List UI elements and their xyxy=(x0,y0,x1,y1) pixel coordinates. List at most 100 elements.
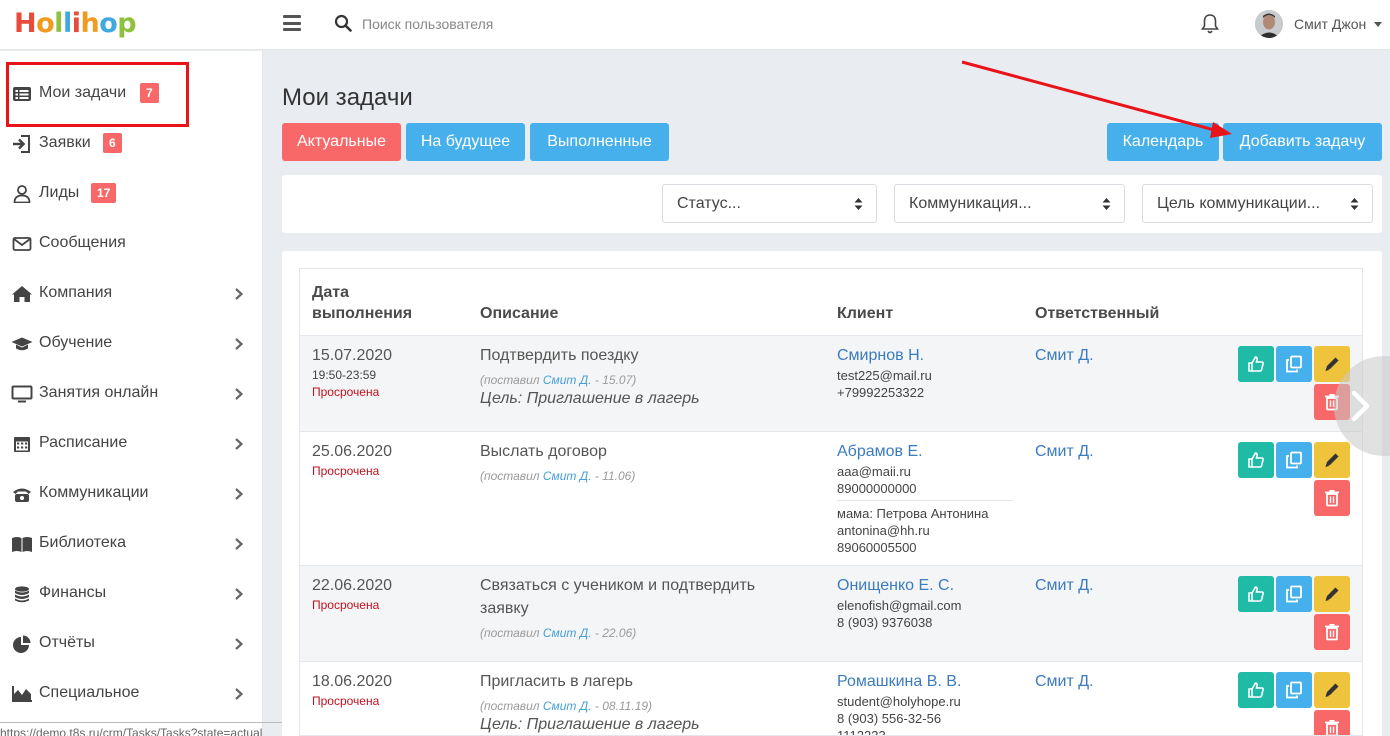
task-meta-prefix: (поставил xyxy=(480,626,540,640)
top-header: Hollihop Смит Джон xyxy=(0,0,1390,50)
overdue-status: Просрочена xyxy=(312,694,380,708)
sidebar-item-3[interactable]: Лиды 17 xyxy=(0,169,263,219)
status-select[interactable]: Статус... xyxy=(662,184,877,223)
sidebar-item-9[interactable]: Коммуникации xyxy=(0,469,263,519)
client-email: test225@mail.ru xyxy=(837,368,932,383)
responsible-link[interactable]: Смит Д. xyxy=(1035,443,1094,461)
edit-task-button[interactable] xyxy=(1314,576,1350,612)
pencil-icon xyxy=(1325,357,1339,371)
responsible-link[interactable]: Смит Д. xyxy=(1035,577,1094,595)
sidebar-item-5[interactable]: Компания xyxy=(0,269,263,319)
bell-icon[interactable] xyxy=(1200,13,1220,35)
sidebar-item-2[interactable]: Заявки 6 xyxy=(0,119,263,169)
column-header-date: Дата выполнения xyxy=(312,282,412,324)
sidebar-item-13[interactable]: Специальное xyxy=(0,669,263,719)
communication-goal-select[interactable]: Цель коммуникации... xyxy=(1142,184,1373,223)
task-author-link[interactable]: Смит Д. xyxy=(543,626,592,640)
add-task-button[interactable]: Добавить задачу xyxy=(1223,123,1382,161)
sidebar-item-7[interactable]: Занятия онлайн xyxy=(0,369,263,419)
client-phone: 89000000000 xyxy=(837,481,917,496)
chevron-right-icon xyxy=(235,488,244,500)
copy-task-button[interactable] xyxy=(1276,672,1312,708)
contact-relation: мама: Петрова Антонина xyxy=(837,506,989,521)
client-name-link[interactable]: Ромашкина В. В. xyxy=(837,673,961,691)
copy-task-button[interactable] xyxy=(1276,346,1312,382)
user-name[interactable]: Смит Джон xyxy=(1294,16,1366,32)
client-name-link[interactable]: Смирнов Н. xyxy=(837,347,924,365)
sidebar-item-10[interactable]: Библиотека xyxy=(0,519,263,569)
sidebar-item-12[interactable]: Отчёты xyxy=(0,619,263,669)
area-chart-icon xyxy=(12,686,32,702)
client-phone: 8 (903) 9376038 xyxy=(837,615,933,630)
chevron-right-icon xyxy=(235,338,244,350)
due-date: 15.07.2020 xyxy=(312,347,393,364)
sidebar-item-1[interactable]: Мои задачи 7 xyxy=(0,69,263,119)
client-email: elenofish@gmail.com xyxy=(837,598,962,613)
avatar[interactable] xyxy=(1255,10,1283,38)
task-meta-date: - 08.11.19) xyxy=(594,699,653,713)
count-badge: 6 xyxy=(103,133,122,153)
delete-task-button[interactable] xyxy=(1314,480,1350,516)
client-name-link[interactable]: Абрамов Е. xyxy=(837,443,923,461)
chevron-right-icon xyxy=(235,588,244,600)
copy-task-button[interactable] xyxy=(1276,442,1312,478)
tab-current[interactable]: Актуальные xyxy=(282,123,401,161)
sidebar-item-label: Занятия онлайн xyxy=(39,384,159,401)
task-description: Пригласить в лагерь xyxy=(480,673,633,690)
sidebar-item-6[interactable]: Обучение xyxy=(0,319,263,369)
menu-toggle-icon[interactable] xyxy=(283,15,301,31)
responsible-link[interactable]: Смит Д. xyxy=(1035,347,1094,365)
task-author-link[interactable]: Смит Д. xyxy=(543,469,592,483)
logo-letter: l xyxy=(62,8,72,39)
complete-task-button[interactable] xyxy=(1238,442,1274,478)
tab-completed[interactable]: Выполненные xyxy=(530,123,669,161)
complete-task-button[interactable] xyxy=(1238,576,1274,612)
communication-select[interactable]: Коммуникация... xyxy=(894,184,1125,223)
hollihop-logo[interactable]: Hollihop xyxy=(14,8,137,39)
sign-in-icon xyxy=(13,135,30,153)
thumbs-up-icon xyxy=(1248,682,1264,698)
column-header-responsible: Ответственный xyxy=(1035,305,1160,322)
user-search-input[interactable] xyxy=(362,12,662,36)
calendar-button[interactable]: Календарь xyxy=(1107,123,1219,161)
sidebar-item-11[interactable]: Финансы xyxy=(0,569,263,619)
sidebar-item-label: Библиотека xyxy=(39,534,126,551)
copy-icon xyxy=(1286,451,1302,469)
task-meta-date: - 22.06) xyxy=(594,626,637,640)
logo-letter: i xyxy=(71,8,81,39)
table-row: 25.06.2020 Просрочена Выслать договор (пост… xyxy=(300,431,1362,566)
tab-future[interactable]: На будущее xyxy=(406,123,525,161)
status-select-value: Статус... xyxy=(677,195,741,212)
search-icon xyxy=(334,14,352,32)
task-meta: (поставил Смит Д. - 08.11.19) xyxy=(480,699,652,713)
logo-letter: l xyxy=(54,8,63,39)
sidebar-item-label: Сообщения xyxy=(39,234,126,251)
sidebar-item-4[interactable]: Сообщения xyxy=(0,219,263,269)
task-meta-prefix: (поставил xyxy=(480,373,540,387)
delete-task-button[interactable] xyxy=(1314,614,1350,650)
logo-letter: o xyxy=(99,8,118,39)
copy-task-button[interactable] xyxy=(1276,576,1312,612)
edit-task-button[interactable] xyxy=(1314,672,1350,708)
edit-task-button[interactable] xyxy=(1314,442,1350,478)
client-phone: +79992253322 xyxy=(837,385,925,400)
task-author-link[interactable]: Смит Д. xyxy=(543,699,592,713)
caret-down-icon[interactable] xyxy=(1374,22,1382,27)
user-icon xyxy=(13,185,31,203)
delete-task-button[interactable] xyxy=(1314,710,1350,735)
complete-task-button[interactable] xyxy=(1238,346,1274,382)
task-author-link[interactable]: Смит Д. xyxy=(543,373,592,387)
sidebar-item-label: Лиды xyxy=(39,184,80,201)
overdue-status: Просрочена xyxy=(312,598,380,612)
sidebar-item-label: Мои задачи xyxy=(39,84,127,101)
chevron-right-icon xyxy=(235,638,244,650)
responsible-link[interactable]: Смит Д. xyxy=(1035,673,1094,691)
due-date: 18.06.2020 xyxy=(312,673,393,690)
client-name-link[interactable]: Онищенко Е. С. xyxy=(837,577,954,595)
client-phone-2: 1112233 xyxy=(837,728,886,736)
sidebar-item-label: Компания xyxy=(39,284,113,301)
sidebar-item-8[interactable]: Расписание xyxy=(0,419,263,469)
complete-task-button[interactable] xyxy=(1238,672,1274,708)
tasks-table: Дата выполнения Описание Клиент Ответств… xyxy=(299,268,1363,736)
task-meta-prefix: (поставил xyxy=(480,469,540,483)
